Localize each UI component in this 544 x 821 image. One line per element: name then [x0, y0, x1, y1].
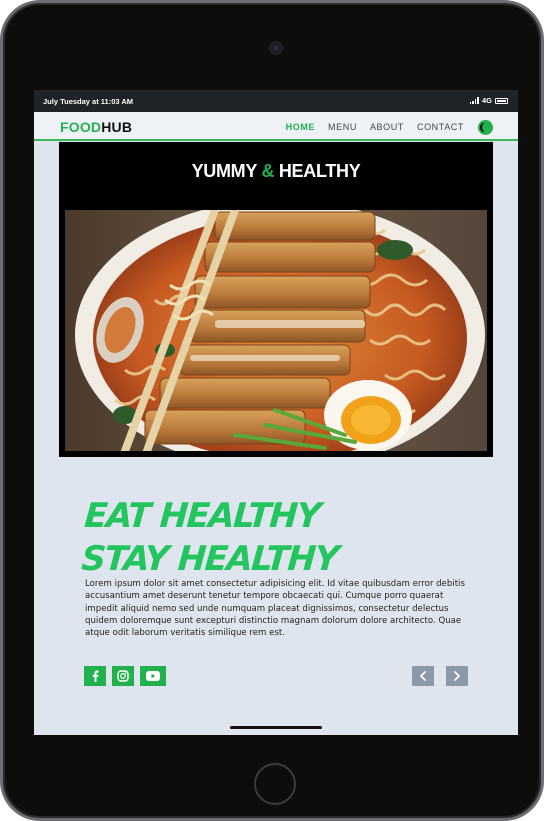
facebook-icon[interactable] [84, 666, 106, 686]
hero-title-part1: YUMMY [191, 161, 262, 181]
nav-menu[interactable]: MENU [328, 122, 357, 132]
chevron-left-icon[interactable] [412, 666, 434, 686]
home-indicator[interactable] [230, 726, 322, 729]
hero-food-image [65, 210, 487, 451]
network-label: 4G [481, 96, 492, 105]
camera-icon [271, 43, 281, 53]
hero-title: YUMMY & HEALTHY [59, 161, 493, 182]
nav-about[interactable]: ABOUT [370, 122, 404, 132]
screen: July Tuesday at 11:03 AM 4G FOODHUB HOME… [34, 90, 518, 735]
headline: EAT HEALTHY STAY HEALTHY [80, 495, 342, 581]
chevron-right-icon[interactable] [446, 666, 468, 686]
ramen-bowl-illustration [65, 210, 487, 451]
instagram-icon[interactable] [112, 666, 134, 686]
status-indicators: 4G [469, 96, 508, 105]
headline-line2: STAY HEALTHY [80, 539, 340, 579]
logo[interactable]: FOODHUB [60, 119, 132, 135]
slider-controls [412, 666, 468, 686]
nav-home[interactable]: HOME [286, 122, 315, 132]
logo-food: FOOD [60, 119, 102, 135]
status-time: July Tuesday at 11:03 AM [43, 97, 134, 106]
nav-links: HOME MENU ABOUT CONTACT [286, 122, 464, 132]
hero-title-part2: HEALTHY [274, 161, 361, 181]
navbar: FOODHUB HOME MENU ABOUT CONTACT [34, 112, 518, 141]
battery-icon [495, 97, 508, 104]
home-button[interactable] [254, 763, 296, 805]
status-bar: July Tuesday at 11:03 AM 4G [34, 90, 518, 112]
signal-icon [469, 97, 479, 104]
hero-banner: YUMMY & HEALTHY [59, 142, 493, 457]
hero-title-amp: & [261, 161, 275, 181]
logo-hub: HUB [101, 119, 133, 135]
youtube-icon[interactable] [140, 666, 166, 686]
moon-icon[interactable] [478, 120, 493, 135]
headline-line1: EAT HEALTHY [83, 496, 322, 536]
social-links [84, 666, 166, 686]
description-paragraph: Lorem ipsum dolor sit amet consectetur a… [85, 579, 465, 639]
tablet-frame: July Tuesday at 11:03 AM 4G FOODHUB HOME… [0, 0, 544, 821]
nav-contact[interactable]: CONTACT [417, 122, 464, 132]
